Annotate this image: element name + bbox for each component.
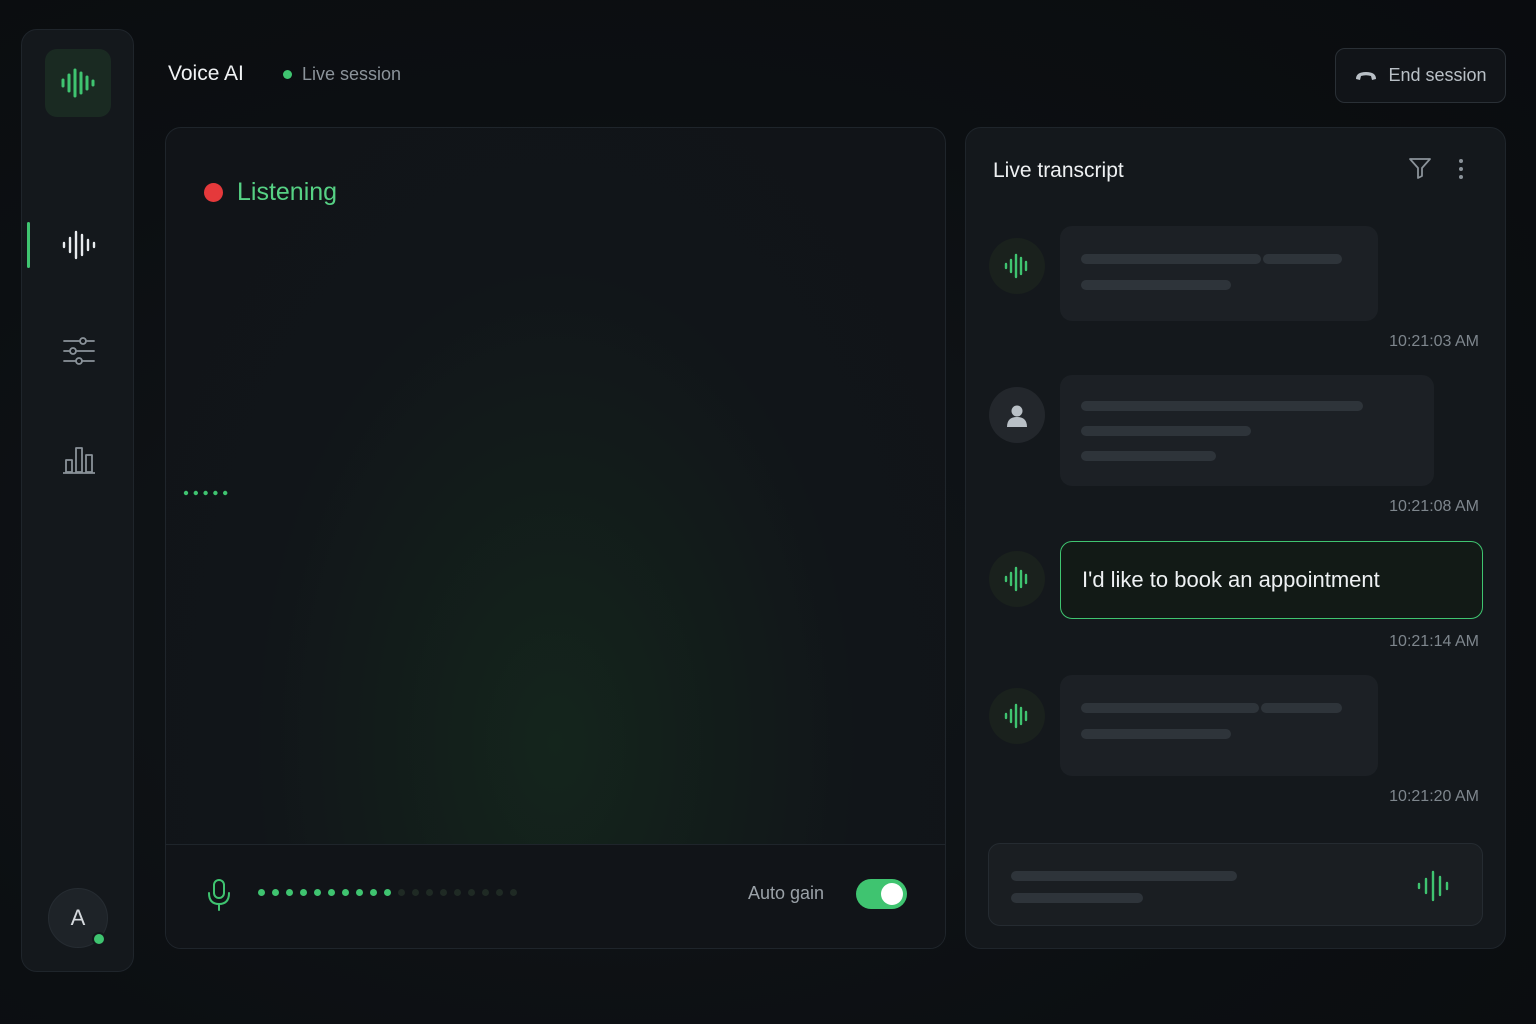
more-vertical-icon xyxy=(1459,159,1463,179)
session-status: Live session xyxy=(283,64,401,85)
message-timestamp: 10:21:03 AM xyxy=(1389,333,1479,350)
hang-up-icon xyxy=(1356,71,1377,80)
user-avatar xyxy=(989,387,1045,443)
transcript-input[interactable] xyxy=(988,843,1483,926)
microphone-icon xyxy=(208,879,230,911)
waveform-icon xyxy=(61,68,95,98)
input-level-meter xyxy=(258,889,517,896)
filter-button[interactable] xyxy=(1408,156,1432,185)
audio-waveform xyxy=(183,321,943,665)
end-session-label: End session xyxy=(1388,65,1487,85)
transcript-panel: Live transcript 10:21:03 AM 10:21:08 AM … xyxy=(965,127,1506,949)
level-dot xyxy=(440,889,447,896)
waveform-dot xyxy=(203,490,208,496)
waveform-dot xyxy=(183,490,189,496)
toggle-knob xyxy=(881,883,903,905)
level-dot xyxy=(356,889,363,896)
level-dot xyxy=(398,889,405,896)
sidebar: A xyxy=(21,29,134,972)
waveform-dot xyxy=(223,490,228,496)
more-options-button[interactable] xyxy=(1458,157,1464,186)
message-bubble-active: I'd like to book an appointment xyxy=(1060,541,1483,619)
sidebar-item-voice[interactable] xyxy=(22,215,135,275)
level-dot xyxy=(426,889,433,896)
auto-gain-label: Auto gain xyxy=(748,883,825,903)
live-dot xyxy=(283,70,292,79)
message-text: I'd like to book an appointment xyxy=(1082,567,1380,592)
level-dot xyxy=(286,889,293,896)
user-icon xyxy=(1007,405,1027,427)
listening-label: Listening xyxy=(237,178,338,206)
message-bubble xyxy=(1060,226,1378,321)
level-dot xyxy=(272,889,279,896)
level-dot xyxy=(258,889,265,896)
visualizer-controls: Auto gain xyxy=(166,844,945,948)
message-timestamp: 10:21:14 AM xyxy=(1389,633,1479,650)
level-dot xyxy=(370,889,377,896)
assistant-avatar xyxy=(989,238,1045,294)
level-dot xyxy=(496,889,503,896)
waveform-dot xyxy=(193,490,198,496)
message-bubble xyxy=(1060,375,1434,486)
level-dot xyxy=(314,889,321,896)
sliders-icon xyxy=(62,337,95,365)
end-session-button[interactable]: End session xyxy=(1335,48,1506,103)
bar-chart-icon xyxy=(62,447,95,474)
level-dot xyxy=(328,889,335,896)
auto-gain-toggle[interactable] xyxy=(856,879,907,909)
microphone-button[interactable] xyxy=(206,878,232,917)
level-dot xyxy=(384,889,391,896)
message-timestamp: 10:21:20 AM xyxy=(1389,788,1479,805)
level-dot xyxy=(482,889,489,896)
waveform-icon xyxy=(1004,703,1028,729)
level-dot xyxy=(300,889,307,896)
app-title: Voice AI xyxy=(168,62,244,85)
voice-visualizer-panel: Listening Auto gain xyxy=(165,127,946,949)
sidebar-item-analytics[interactable] xyxy=(22,429,135,489)
waveform-icon xyxy=(62,230,95,260)
sidebar-item-settings[interactable] xyxy=(22,321,135,381)
voice-input-button[interactable] xyxy=(1416,869,1452,908)
listening-indicator: Listening xyxy=(204,178,337,207)
filter-icon xyxy=(1409,158,1431,179)
waveform-icon xyxy=(1417,870,1449,902)
level-dot xyxy=(510,889,517,896)
recording-dot xyxy=(204,183,223,202)
waveform-icon xyxy=(1004,253,1028,279)
online-status-dot xyxy=(92,932,106,946)
session-status-label: Live session xyxy=(302,64,402,84)
assistant-avatar xyxy=(989,688,1045,744)
level-dot xyxy=(468,889,475,896)
app-logo[interactable] xyxy=(45,49,111,117)
level-dot xyxy=(412,889,419,896)
transcript-title: Live transcript xyxy=(993,159,1124,182)
message-timestamp: 10:21:08 AM xyxy=(1389,498,1479,515)
level-dot xyxy=(454,889,461,896)
message-bubble xyxy=(1060,675,1378,776)
level-dot xyxy=(342,889,349,896)
waveform-icon xyxy=(1004,566,1028,592)
waveform-dot xyxy=(213,490,218,496)
avatar-initial: A xyxy=(70,905,86,930)
assistant-avatar xyxy=(989,551,1045,607)
